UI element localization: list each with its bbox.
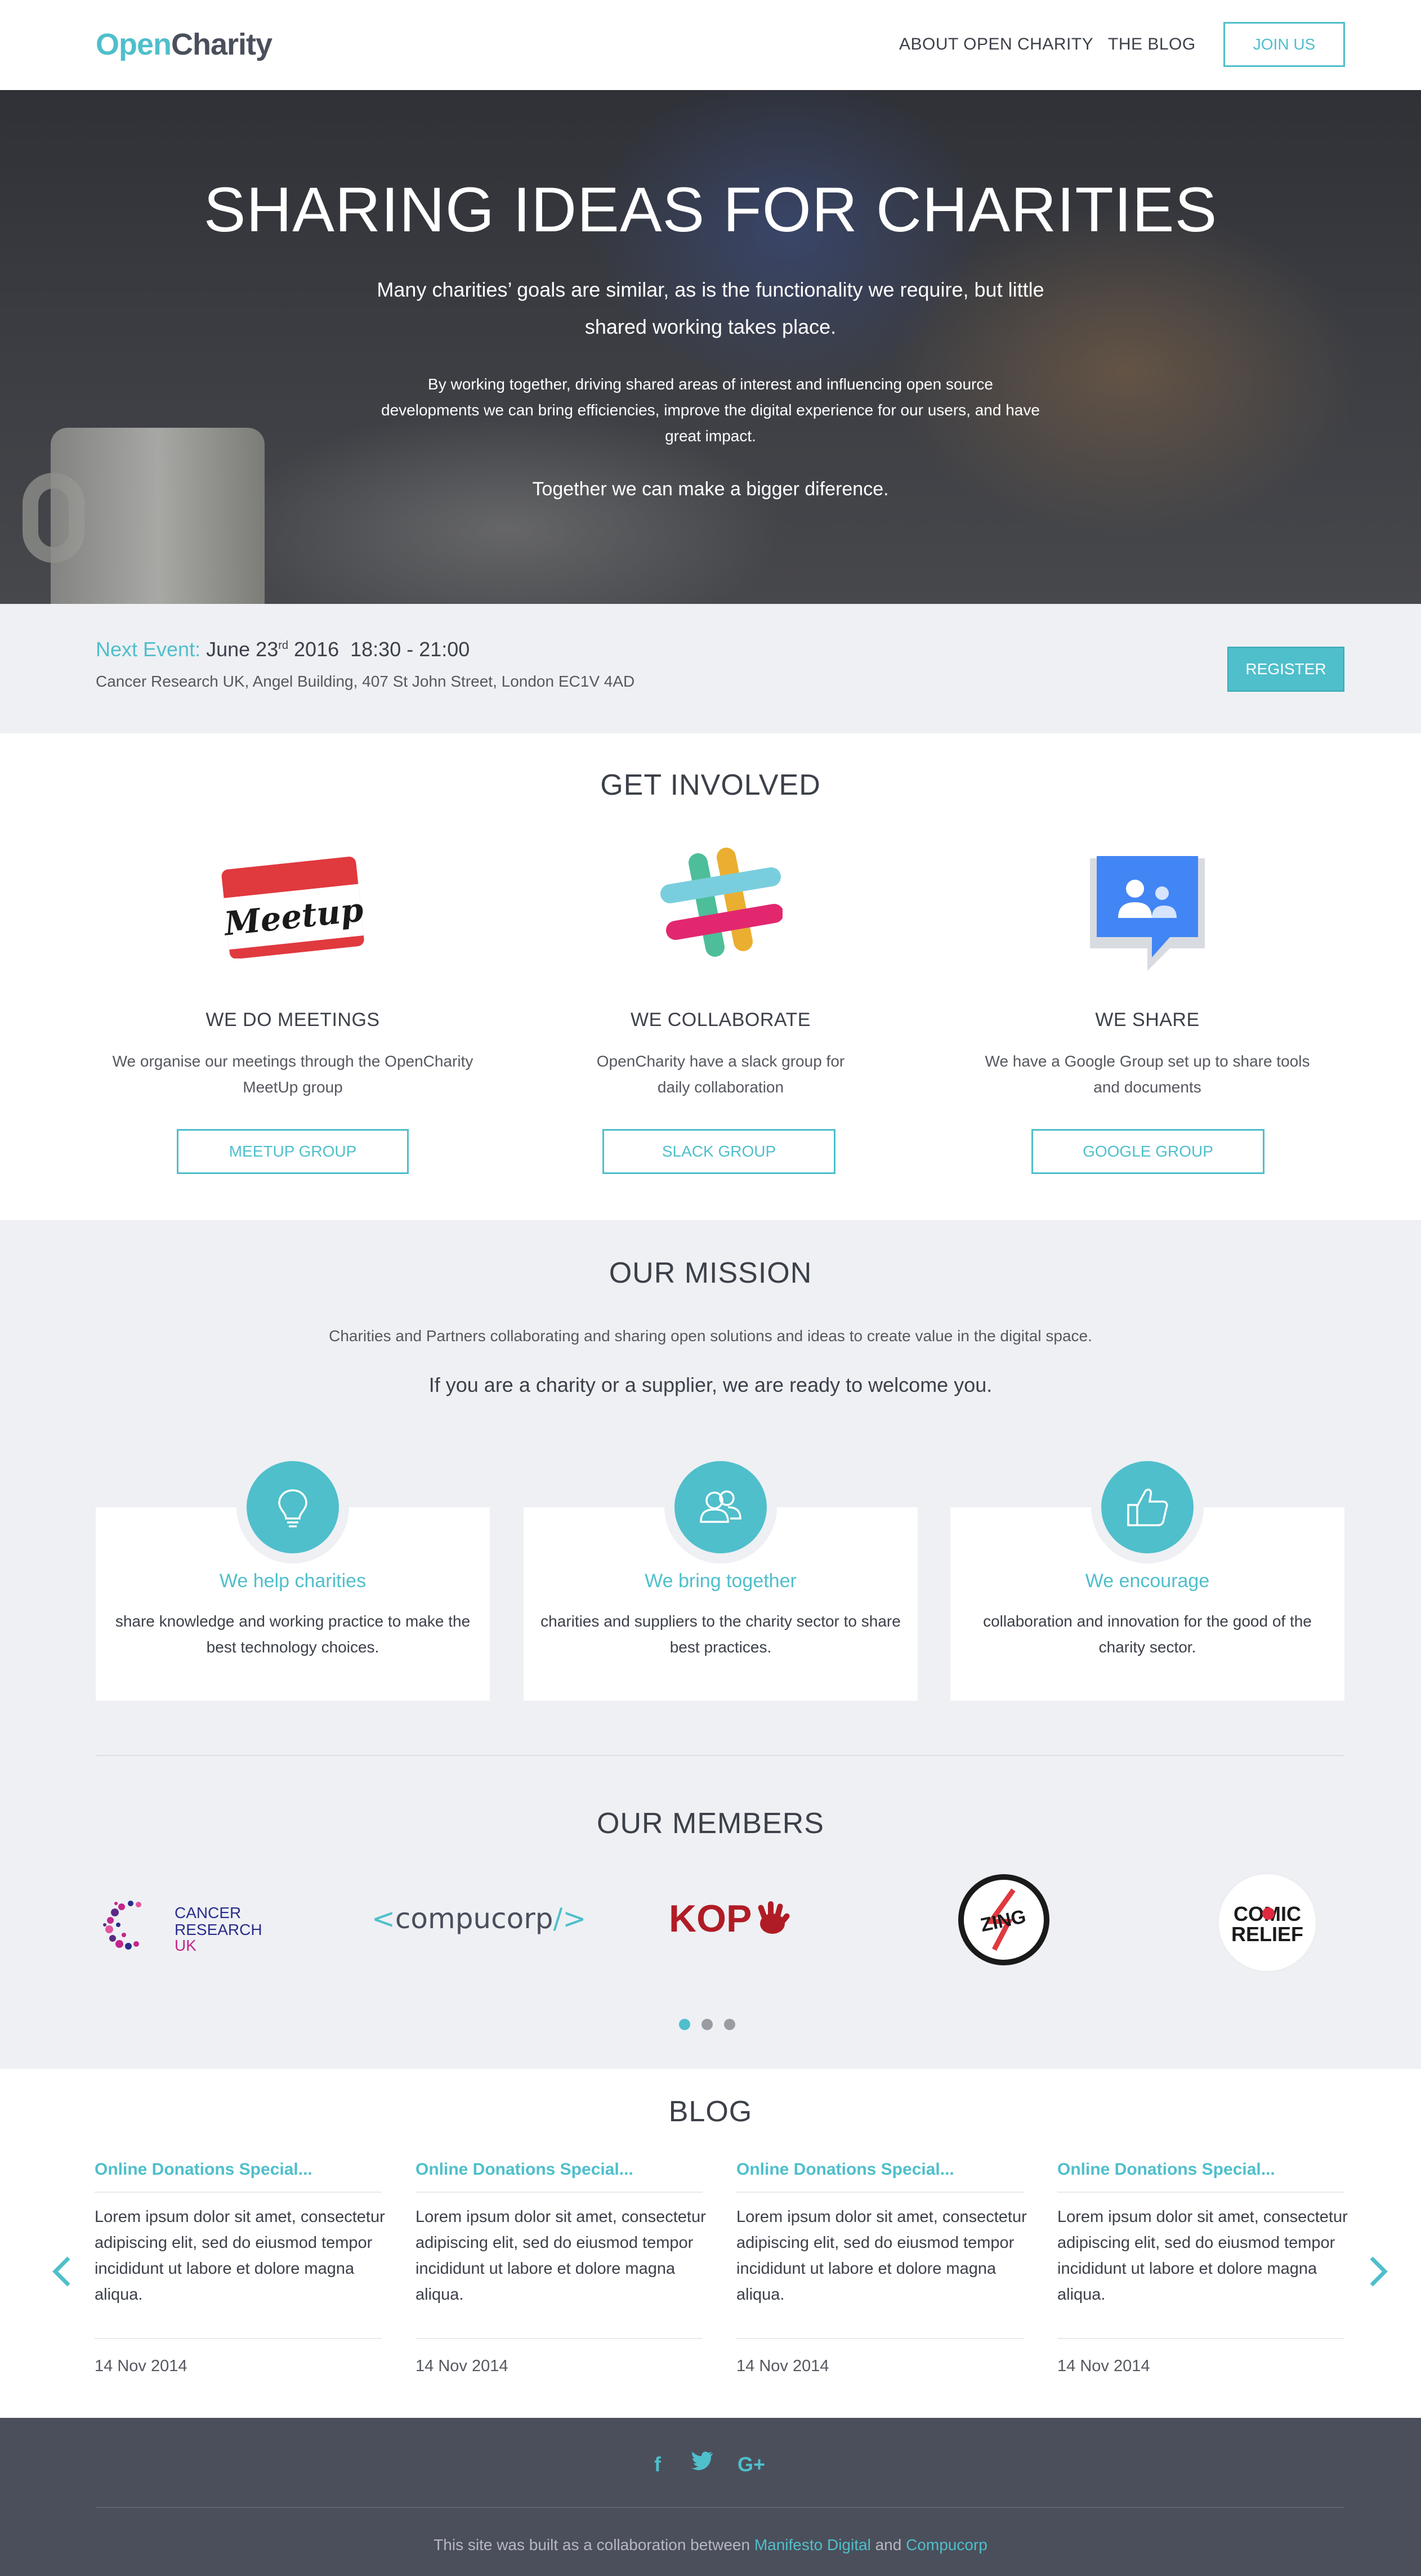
- event-time: 18:30 - 21:00: [350, 638, 470, 661]
- compucorp-link[interactable]: Compucorp: [906, 2536, 987, 2553]
- blog-post-date: 14 Nov 2014: [95, 2357, 187, 2375]
- hero-banner: SHARING IDEAS FOR CHARITIES Many chariti…: [0, 90, 1421, 604]
- members-title: OUR MEMBERS: [597, 1807, 824, 1840]
- google-group-button[interactable]: GOOGLE GROUP: [1031, 1129, 1264, 1174]
- blog-post-rule: [415, 2192, 703, 2193]
- blog-post-title[interactable]: Online Donations Special...: [1057, 2160, 1275, 2179]
- mission-card-heading: We encourage: [1085, 1570, 1210, 1592]
- mission-title: OUR MISSION: [609, 1257, 812, 1289]
- meetup-group-button[interactable]: MEETUP GROUP: [177, 1129, 409, 1174]
- footer-credit-and: and: [875, 2536, 902, 2553]
- mission-card-text: collaboration and innovation for the goo…: [983, 1612, 1312, 1656]
- meetup-icon: Meetup: [221, 856, 365, 961]
- nav-blog[interactable]: THE BLOG: [1108, 35, 1196, 54]
- get-involved-section: GET INVOLVED Meetup WE DO MEETINGS We or…: [0, 733, 1421, 1220]
- mission-card-heading: We bring together: [645, 1570, 797, 1592]
- footer-credit: This site was built as a collaboration b…: [0, 2536, 1421, 2554]
- get-involved-title: GET INVOLVED: [600, 769, 821, 801]
- involved-text: We have a Google Group set up to share t…: [985, 1052, 1310, 1096]
- svg-text:RELIEF: RELIEF: [1231, 1923, 1303, 1946]
- involved-heading: WE SHARE: [1095, 1009, 1200, 1031]
- mission-card-heading: We help charities: [219, 1570, 367, 1592]
- svg-text:KOP: KOP: [669, 1897, 752, 1940]
- svg-text:CANCER: CANCER: [175, 1904, 241, 1921]
- google-plus-icon[interactable]: G+: [738, 2453, 765, 2476]
- site-header: OpenCharity ABOUT OPEN CHARITY THE BLOG …: [0, 0, 1421, 90]
- blog-post-rule: [1057, 2192, 1344, 2193]
- blog-post-rule: [736, 2338, 1024, 2339]
- involved-text: OpenCharity have a slack group for daily…: [596, 1052, 845, 1096]
- nav-about[interactable]: ABOUT OPEN CHARITY: [899, 35, 1093, 54]
- hero-body: By working together, driving shared area…: [381, 375, 1040, 445]
- event-label: Next Event:: [96, 638, 201, 661]
- lightbulb-icon: [247, 1461, 339, 1553]
- blog-post-excerpt: Lorem ipsum dolor sit amet, consectetur …: [415, 2208, 706, 2304]
- blog-post-excerpt: Lorem ipsum dolor sit amet, consectetur …: [1057, 2208, 1348, 2304]
- mission-intro: Charities and Partners collaborating and…: [329, 1327, 1092, 1345]
- join-us-button[interactable]: JOIN US: [1223, 22, 1345, 67]
- blog-section: BLOG Online Donations Special... Lorem i…: [0, 2069, 1421, 2418]
- compucorp-logo[interactable]: <compucorp/>: [372, 1902, 586, 1935]
- blog-post-rule: [736, 2192, 1024, 2193]
- event-location: Cancer Research UK, Angel Building, 407 …: [96, 673, 635, 690]
- next-event-bar: Next Event: June 23rd 2016 18:30 - 21:00…: [0, 604, 1421, 733]
- kop-logo[interactable]: KOP: [669, 1896, 793, 1943]
- footer-divider: [96, 2507, 1344, 2508]
- mission-card-text: charities and suppliers to the charity s…: [540, 1612, 901, 1656]
- blog-post-excerpt: Lorem ipsum dolor sit amet, consectetur …: [95, 2208, 385, 2304]
- involved-heading: WE COLLABORATE: [631, 1009, 811, 1031]
- blog-post-date: 14 Nov 2014: [415, 2357, 508, 2375]
- chevron-right-icon[interactable]: [1361, 2249, 1395, 2294]
- blog-post-title[interactable]: Online Donations Special...: [736, 2160, 954, 2179]
- slack-group-button[interactable]: SLACK GROUP: [602, 1129, 835, 1174]
- slack-icon: [659, 846, 784, 967]
- hero-lead: Many charities’ goals are similar, as is…: [377, 278, 1044, 338]
- section-divider: [96, 1755, 1344, 1756]
- comic-relief-logo[interactable]: COMIC RELIEF: [1215, 1870, 1320, 1978]
- svg-text:UK: UK: [175, 1937, 196, 1954]
- svg-text:RESEARCH: RESEARCH: [175, 1921, 262, 1938]
- chevron-left-icon[interactable]: [45, 2249, 79, 2294]
- register-button[interactable]: REGISTER: [1227, 647, 1344, 692]
- blog-post-title[interactable]: Online Donations Special...: [415, 2160, 633, 2179]
- carousel-dot[interactable]: [724, 2019, 735, 2030]
- blog-post-rule: [1057, 2338, 1344, 2339]
- mission-welcome: If you are a charity or a supplier, we a…: [428, 1373, 993, 1396]
- hero-tagline: Together we can make a bigger diference.: [532, 478, 889, 500]
- involved-heading: WE DO MEETINGS: [205, 1009, 380, 1031]
- blog-post-excerpt: Lorem ipsum dolor sit amet, consectetur …: [736, 2208, 1027, 2304]
- carousel-dot[interactable]: [701, 2019, 713, 2030]
- blog-post-title[interactable]: Online Donations Special...: [95, 2160, 312, 2179]
- twitter-icon[interactable]: [691, 2450, 714, 2476]
- google-groups-icon: [1085, 853, 1209, 979]
- hero-mug-image: [51, 428, 265, 604]
- event-date: June 23rd 2016: [206, 638, 339, 661]
- mission-card-text: share knowledge and working practice to …: [115, 1612, 471, 1656]
- opencharity-logo[interactable]: OpenCharity: [96, 27, 272, 62]
- blog-post-rule: [415, 2338, 703, 2339]
- cancer-research-uk-logo[interactable]: CANCER RESEARCH UK: [99, 1890, 268, 1960]
- facebook-icon[interactable]: f: [654, 2453, 661, 2476]
- blog-post-date: 14 Nov 2014: [736, 2357, 829, 2375]
- blog-post-rule: [95, 2192, 382, 2193]
- people-icon: [674, 1461, 767, 1553]
- carousel-dot[interactable]: [679, 2019, 690, 2030]
- logo-charity: Charity: [171, 28, 272, 61]
- involved-text: We organise our meetings through the Ope…: [112, 1052, 473, 1096]
- blog-post-date: 14 Nov 2014: [1057, 2357, 1150, 2375]
- blog-title: BLOG: [668, 2095, 753, 2128]
- hero-title: SHARING IDEAS FOR CHARITIES: [203, 174, 1218, 245]
- event-datetime: Next Event: June 23rd 2016 18:30 - 21:00: [96, 638, 470, 661]
- logo-open: Open: [96, 28, 172, 61]
- thumbs-up-icon: [1101, 1461, 1194, 1553]
- footer-credit-prefix: This site was built as a collaboration b…: [434, 2536, 750, 2553]
- zing-logo[interactable]: ZING: [957, 1873, 1051, 1969]
- site-footer: f G+ This site was built as a collaborat…: [0, 2418, 1421, 2576]
- mission-section: OUR MISSION Charities and Partners colla…: [0, 1220, 1421, 2069]
- manifesto-digital-link[interactable]: Manifesto Digital: [754, 2536, 871, 2553]
- blog-post-rule: [95, 2338, 382, 2339]
